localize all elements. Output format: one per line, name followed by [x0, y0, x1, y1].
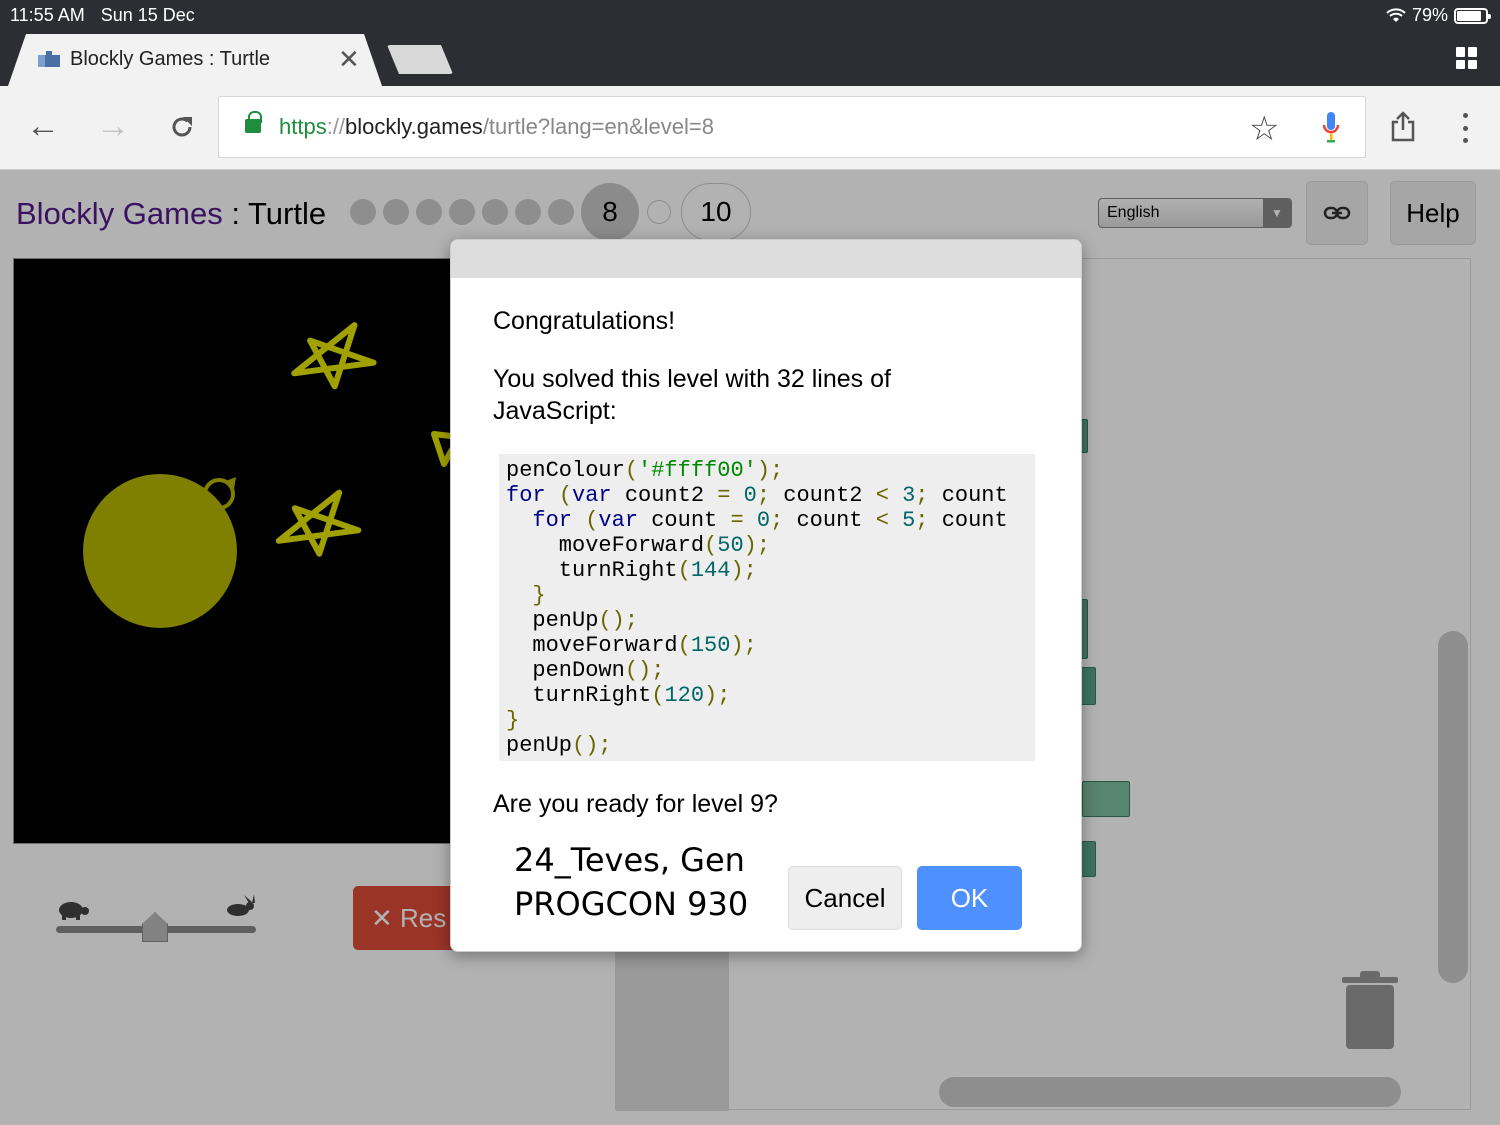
code-line: penDown(); [506, 658, 665, 683]
code-line: } [532, 583, 546, 608]
code-line: for (var count2 = 0; count2 < 3; count [506, 483, 1008, 508]
status-bar-left: 11:55 AM Sun 15 Dec [10, 5, 195, 26]
code-line: for (var count = 0; count < 5; count [532, 508, 1008, 533]
address-bar[interactable]: https://blockly.games/turtle?lang=en&lev… [218, 96, 1366, 158]
code-line: moveForward(50); [506, 533, 771, 558]
ok-button[interactable]: OK [917, 866, 1022, 930]
new-tab-button[interactable] [387, 45, 453, 74]
bookmark-star-icon[interactable]: ☆ [1249, 109, 1279, 149]
lock-icon [245, 111, 262, 133]
status-time: 11:55 AM [10, 5, 85, 25]
code-line: turnRight(144); [506, 558, 757, 583]
code-line: moveForward(150); [506, 633, 757, 658]
url-text: https://blockly.games/turtle?lang=en&lev… [279, 114, 714, 139]
more-menu-icon[interactable] [1461, 113, 1469, 143]
code-line: penUp(); [506, 733, 612, 758]
dialog-title-bar[interactable] [451, 240, 1081, 278]
cancel-button[interactable]: Cancel [788, 866, 902, 930]
code-line: } [506, 708, 520, 733]
student-caption: 24_Teves, Gen PROGCON 930 [514, 838, 748, 926]
status-date: Sun 15 Dec [100, 5, 195, 25]
battery-icon [1454, 7, 1491, 24]
dialog-message: You solved this level with 32 lines of J… [493, 365, 891, 425]
status-bar-right: 79% [1386, 5, 1491, 26]
congratulations-dialog: Congratulations! You solved this level w… [450, 239, 1082, 952]
reload-icon[interactable] [168, 113, 196, 141]
battery-percent: 79% [1411, 5, 1448, 25]
browser-tab-active[interactable]: Blockly Games : Turtle ✕ [8, 34, 382, 86]
blockly-puzzle-icon [38, 51, 60, 67]
wifi-icon [1386, 7, 1406, 22]
javascript-code: penColour('#ffff00'); for (var count2 = 0… [499, 454, 1035, 761]
tab-close-icon[interactable]: ✕ [338, 44, 360, 75]
back-arrow-icon[interactable]: ← [26, 108, 60, 144]
tab-switcher-icon[interactable] [1456, 47, 1478, 69]
share-icon[interactable] [1390, 110, 1416, 142]
dialog-heading: Congratulations! [493, 307, 676, 335]
tab-title: Blockly Games : Turtle [70, 48, 271, 70]
dialog-question: Are you ready for level 9? [493, 790, 778, 818]
microphone-icon[interactable] [1322, 111, 1340, 145]
forward-arrow-icon[interactable]: → [96, 108, 130, 144]
caption-line-1: 24_Teves, Gen [514, 841, 745, 879]
browser-chrome-top: 11:55 AM Sun 15 Dec 79% Blockly Games : … [0, 0, 1500, 86]
caption-line-2: PROGCON 930 [514, 885, 749, 923]
code-line: turnRight(120); [506, 683, 731, 708]
browser-toolbar: ← → https://blockly.games/turtle?lang=en… [0, 86, 1500, 170]
code-line: penUp(); [506, 608, 639, 633]
code-line: penColour('#ffff00'); [506, 458, 784, 483]
